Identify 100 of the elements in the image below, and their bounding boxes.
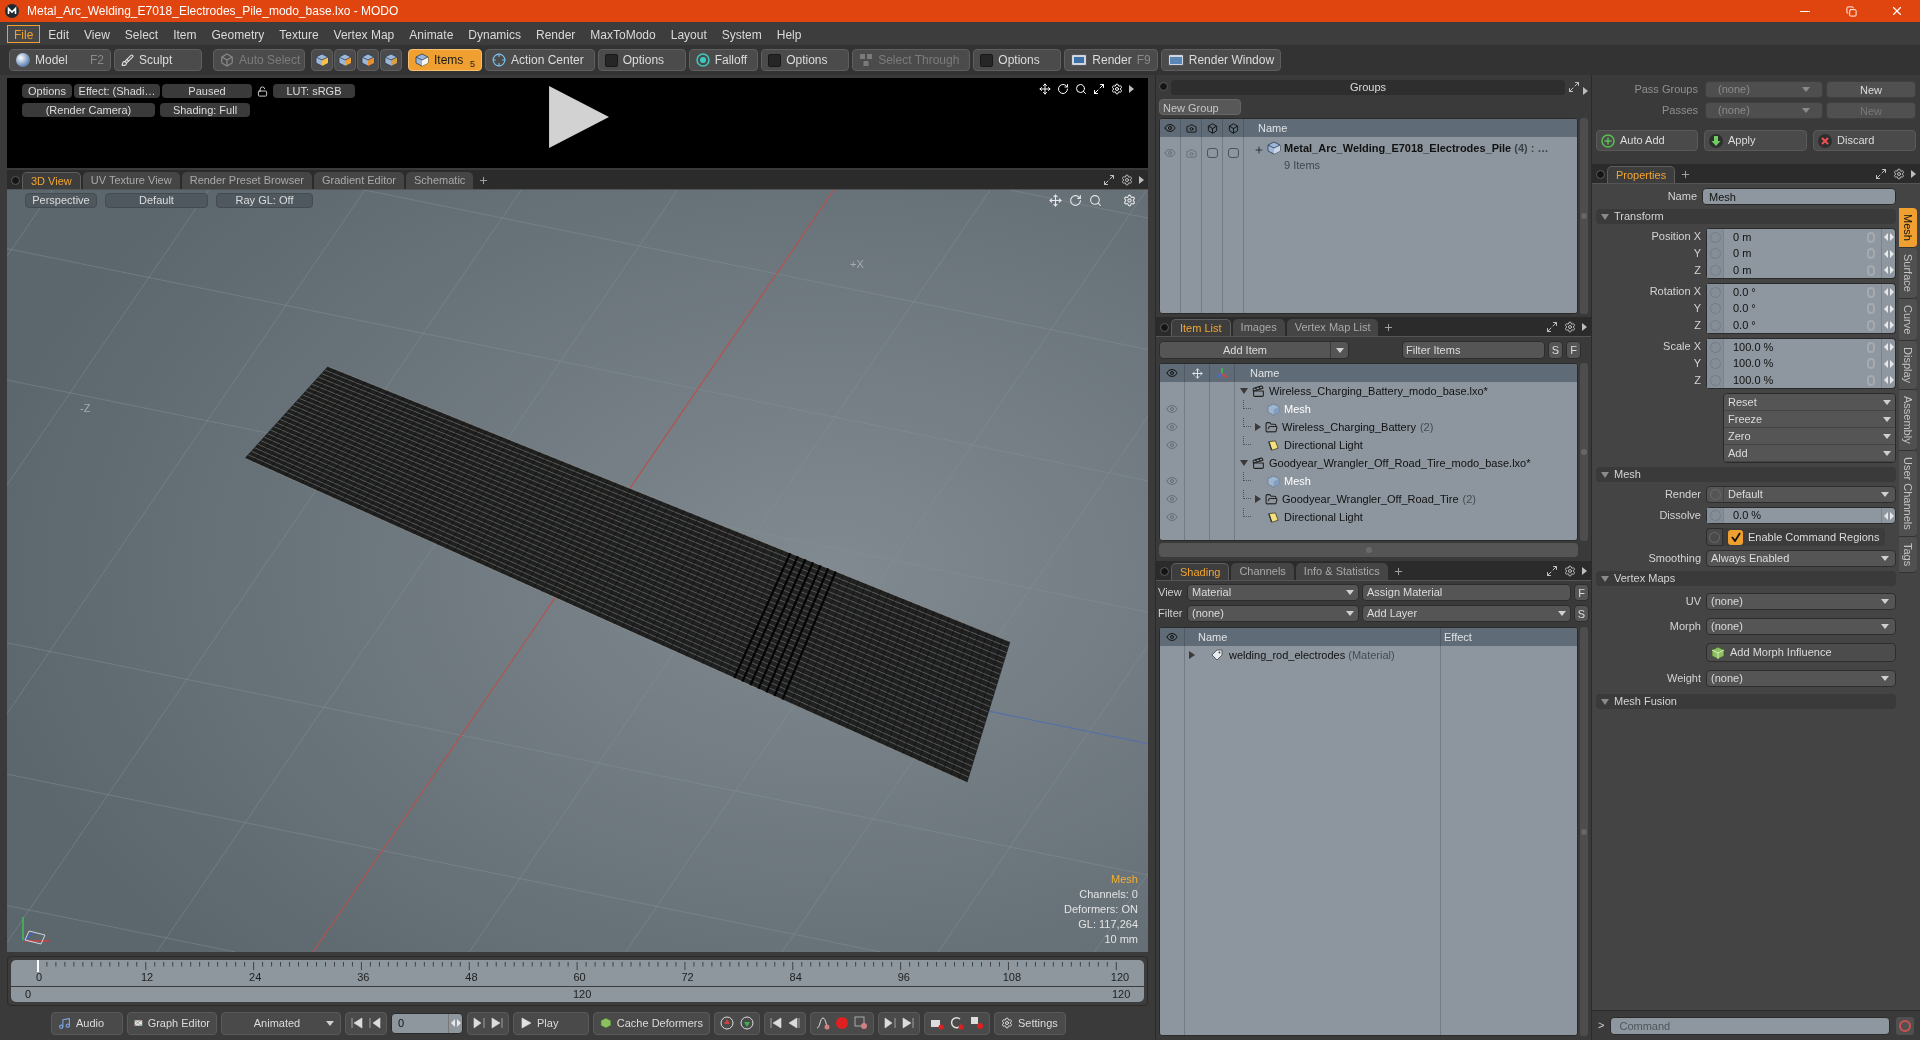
selection-mode-button[interactable]: Items 5 <box>408 49 482 71</box>
arrow-right-icon[interactable] <box>1129 85 1134 93</box>
play-icon[interactable] <box>520 1017 532 1029</box>
previous-key-icon[interactable] <box>770 1017 782 1029</box>
number-field[interactable]: 0.0 % <box>1706 507 1896 524</box>
add-morph-button[interactable]: Add Morph Influence <box>1706 643 1896 662</box>
drag-arrows-icon[interactable] <box>1883 288 1894 296</box>
side-tab[interactable]: Mesh <box>1899 208 1917 248</box>
maximize-icon[interactable] <box>1568 81 1580 93</box>
section-header[interactable]: Mesh <box>1596 467 1896 482</box>
panel-handle-icon[interactable] <box>1160 567 1169 576</box>
selection-mode-button[interactable] <box>380 49 402 71</box>
name-field[interactable]: Mesh <box>1702 188 1896 205</box>
settings-icon[interactable] <box>1564 321 1576 333</box>
settings-button[interactable]: Settings <box>994 1011 1066 1035</box>
panel-tab[interactable]: Item List <box>1171 319 1231 336</box>
menu-item[interactable]: File <box>7 24 41 43</box>
previous-frame-key-icon[interactable] <box>788 1017 800 1029</box>
panel-handle-icon[interactable] <box>1160 323 1169 332</box>
number-field[interactable]: 0.0 ° <box>1706 317 1896 334</box>
collapse-arrow-icon[interactable] <box>1601 213 1609 220</box>
next-key-icon[interactable] <box>884 1017 896 1029</box>
skip-to-end-icon[interactable] <box>491 1017 503 1029</box>
menu-item[interactable]: Dynamics <box>461 24 528 43</box>
panel-handle-icon[interactable] <box>11 176 20 185</box>
menu-item[interactable]: Item <box>166 24 204 43</box>
skip-to-start-icon[interactable] <box>351 1017 363 1029</box>
dropdown[interactable]: (none) <box>1706 670 1896 687</box>
menu-item[interactable]: Help <box>769 24 809 43</box>
preview-button[interactable]: Paused <box>162 84 252 98</box>
panel-tab[interactable]: Shading <box>1171 563 1230 580</box>
collapse-arrow-icon[interactable] <box>1601 698 1609 705</box>
panel-tab[interactable]: Properties <box>1607 166 1676 183</box>
add-tab-icon[interactable] <box>478 175 490 186</box>
render-button[interactable]: Render F9 <box>1064 49 1158 71</box>
number-field[interactable]: 0 m <box>1706 245 1896 262</box>
viewport-button[interactable]: Ray GL: Off <box>216 193 313 208</box>
side-tab[interactable]: Surface <box>1899 247 1917 299</box>
settings-icon[interactable] <box>1893 168 1905 180</box>
toggle-box[interactable] <box>1206 148 1218 158</box>
number-field[interactable]: 100.0 % <box>1706 372 1896 389</box>
record-icon[interactable] <box>836 1017 848 1029</box>
stack-key-icon[interactable] <box>970 1016 984 1030</box>
play-button[interactable]: Play <box>513 1011 589 1035</box>
dropdown[interactable]: Always Enabled <box>1706 550 1896 567</box>
mode-button[interactable]: Sculpt <box>114 49 202 71</box>
menu-dropdown[interactable]: Freeze <box>1724 411 1895 428</box>
cache-deformers-button[interactable]: Cache Deformers <box>593 1011 710 1035</box>
record-ring-icon[interactable] <box>1896 1016 1914 1035</box>
drag-arrows-icon[interactable] <box>1883 343 1894 351</box>
add-tab-icon[interactable] <box>1383 322 1395 333</box>
audio-button[interactable]: Audio <box>51 1011 123 1035</box>
panel-handle-icon[interactable] <box>1159 82 1168 91</box>
tool-button[interactable]: Action Center <box>485 49 595 71</box>
selection-mode-button[interactable] <box>357 49 379 71</box>
expand-arrow-icon[interactable] <box>1255 495 1261 503</box>
selection-mode-button[interactable] <box>311 49 333 71</box>
toggle-button[interactable]: S <box>1574 605 1589 622</box>
menu-item[interactable]: Geometry <box>204 24 272 43</box>
loop-key-icon[interactable] <box>950 1016 964 1030</box>
collapse-arrow-icon[interactable] <box>1240 388 1248 394</box>
arrow-right-icon[interactable] <box>1911 170 1916 178</box>
expand-icon[interactable] <box>1254 145 1264 155</box>
pass-action-button[interactable]: Apply <box>1704 130 1807 151</box>
tool-button[interactable]: Options <box>973 49 1062 71</box>
mode-button[interactable]: Model F2 <box>9 49 111 71</box>
maximize-icon[interactable] <box>1875 168 1887 180</box>
scroll-handle-icon[interactable] <box>1581 449 1587 455</box>
settings-icon[interactable] <box>1121 174 1133 186</box>
menu-item[interactable]: Texture <box>272 24 326 43</box>
auto-key-icon[interactable] <box>854 1016 868 1030</box>
expand-arrow-icon[interactable] <box>1189 651 1195 659</box>
zoom-icon[interactable] <box>1075 83 1087 95</box>
settings-icon[interactable] <box>1564 565 1576 577</box>
viewport-button[interactable]: Default <box>105 193 208 208</box>
viewport-button[interactable]: Perspective <box>25 193 97 208</box>
preview-button[interactable]: Shading: Full <box>160 103 250 117</box>
add-tab-icon[interactable] <box>1392 566 1404 577</box>
key-out-icon[interactable] <box>720 1016 734 1030</box>
number-field[interactable]: 100.0 % <box>1706 338 1896 355</box>
preview-button[interactable]: Options <box>22 84 72 98</box>
side-tab[interactable]: Curve <box>1899 298 1917 342</box>
side-tab[interactable]: Display <box>1899 341 1917 391</box>
panel-tab[interactable]: UV Texture View <box>82 172 180 189</box>
pass-action-button[interactable]: Discard <box>1813 130 1916 151</box>
number-field[interactable]: 100.0 % <box>1706 355 1896 372</box>
arrow-right-icon[interactable] <box>1582 323 1587 331</box>
skip-key-icon[interactable] <box>902 1017 914 1029</box>
add-tab-icon[interactable] <box>1680 169 1692 180</box>
curve-key-icon[interactable] <box>816 1016 830 1030</box>
drag-arrows-icon[interactable] <box>1883 321 1894 329</box>
filter-field[interactable]: Filter Items <box>1402 341 1545 359</box>
panel-tab[interactable]: Gradient Editor <box>314 172 404 189</box>
side-tab[interactable]: Assembly <box>1899 390 1917 451</box>
collapse-arrow-icon[interactable] <box>1240 460 1248 466</box>
menu-item[interactable]: Vertex Map <box>326 24 402 43</box>
step-forward-icon[interactable] <box>473 1017 485 1029</box>
drag-arrows-icon[interactable] <box>450 1019 461 1027</box>
filter-dropdown[interactable]: (none) <box>1187 605 1359 622</box>
maximize-icon[interactable] <box>1103 174 1115 186</box>
